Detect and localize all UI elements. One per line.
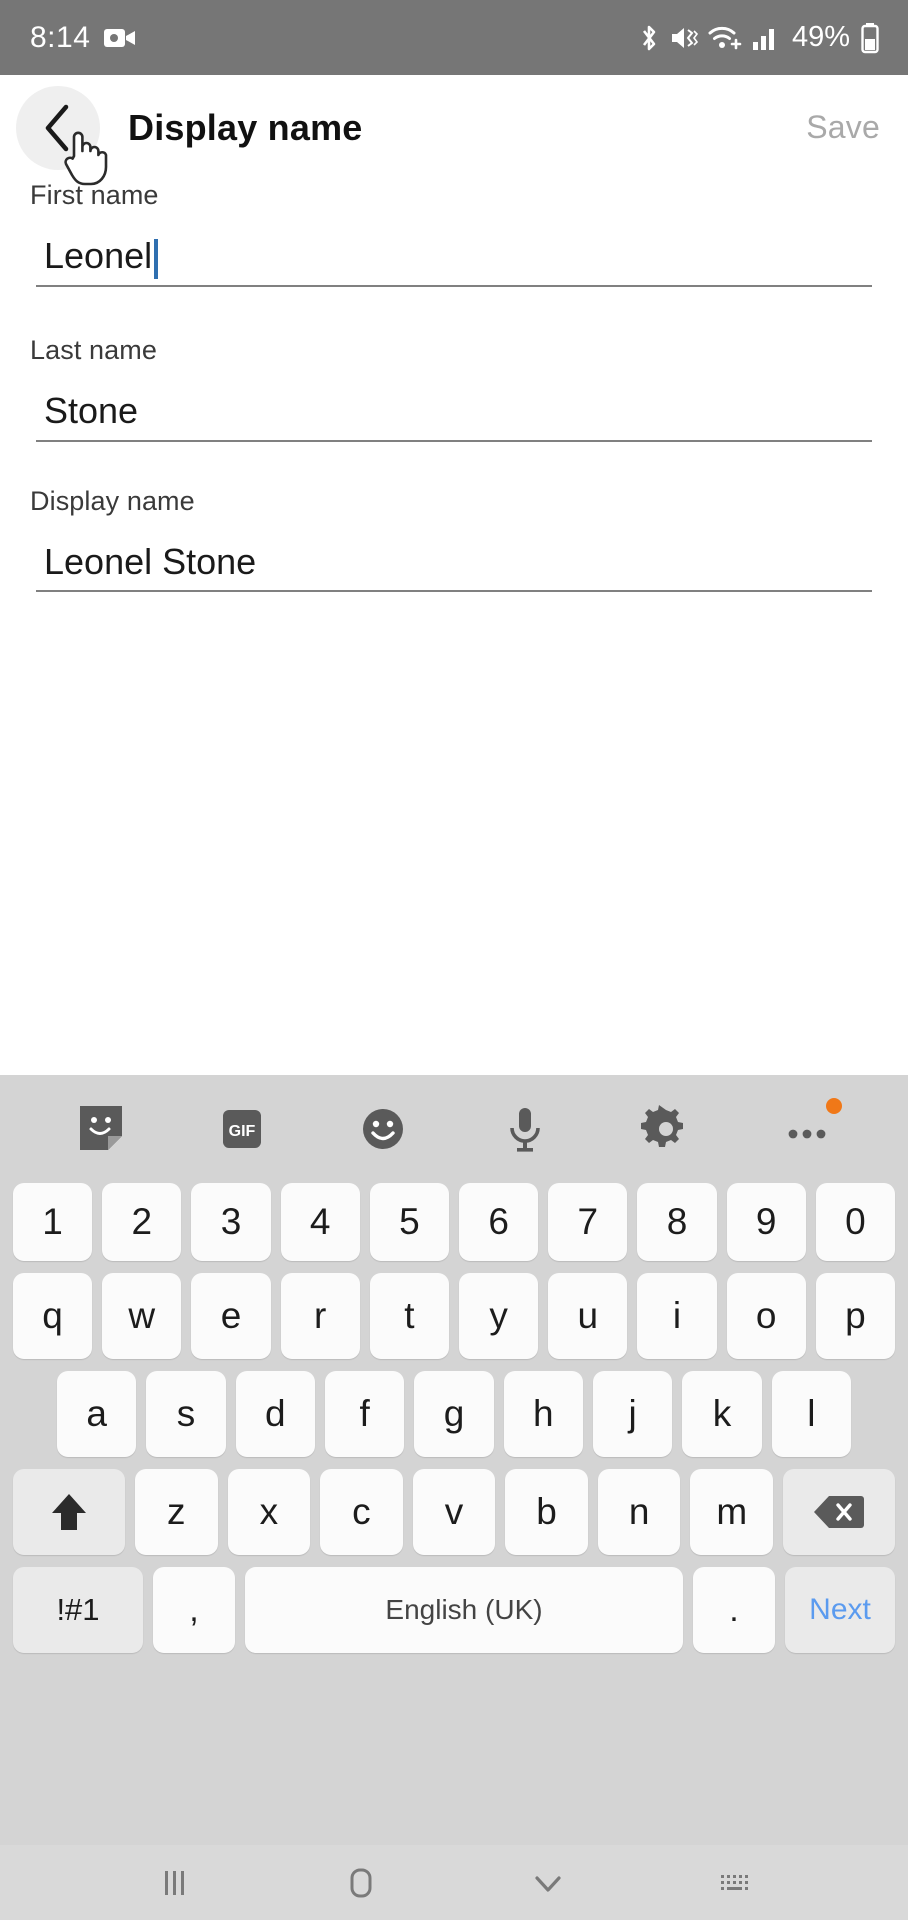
last-name-input[interactable]: Stone: [36, 389, 872, 442]
text-caret: [154, 238, 159, 279]
key-5[interactable]: 5: [369, 1183, 449, 1261]
first-name-input[interactable]: Leonel: [36, 237, 872, 287]
last-name-label: Last name: [30, 334, 157, 365]
settings-gear-icon[interactable]: [633, 1096, 699, 1162]
last-name-field-group: Last name Stone: [30, 335, 878, 442]
key-6[interactable]: 6: [459, 1183, 539, 1261]
first-name-label: First name: [30, 180, 159, 210]
key-y[interactable]: y: [459, 1273, 539, 1359]
backspace-key[interactable]: [783, 1469, 896, 1555]
keyboard-keys: 1 2 3 4 5 6 7 8 9 0 q w e r t y u i o p …: [0, 1183, 908, 1653]
key-s[interactable]: s: [146, 1371, 226, 1457]
field-spacer: [30, 452, 878, 486]
key-g[interactable]: g: [414, 1371, 494, 1457]
key-4[interactable]: 4: [280, 1183, 360, 1261]
key-x[interactable]: x: [227, 1469, 311, 1555]
next-key[interactable]: Next: [785, 1567, 895, 1653]
key-2[interactable]: 2: [102, 1183, 182, 1261]
key-7[interactable]: 7: [548, 1183, 628, 1261]
key-t[interactable]: t: [369, 1273, 449, 1359]
keyboard-row-top: q w e r t y u i o p: [8, 1273, 900, 1359]
status-bar-right: 49%: [638, 21, 880, 54]
keyboard-switch-icon[interactable]: [703, 1860, 767, 1906]
key-j[interactable]: j: [592, 1371, 673, 1457]
last-name-value: Stone: [44, 389, 139, 431]
key-w[interactable]: w: [102, 1273, 182, 1359]
back-button[interactable]: [16, 85, 108, 185]
key-n[interactable]: n: [597, 1469, 681, 1555]
system-navigation-bar: [0, 1845, 908, 1920]
keyboard-row-home: a s d f g h j k l: [8, 1371, 900, 1457]
key-r[interactable]: r: [280, 1273, 360, 1359]
mute-vibrate-icon: [670, 23, 698, 53]
sticker-icon[interactable]: [68, 1096, 134, 1162]
status-bar-left: 8:14: [30, 21, 136, 55]
key-o[interactable]: o: [726, 1273, 806, 1359]
notification-badge-dot: [826, 1098, 843, 1114]
battery-icon: [860, 22, 880, 54]
key-8[interactable]: 8: [637, 1183, 717, 1261]
keyboard-toolbar: GIF: [0, 1075, 908, 1183]
field-spacer: [30, 297, 878, 335]
key-d[interactable]: d: [235, 1371, 315, 1457]
symbols-key[interactable]: !#1: [13, 1567, 143, 1653]
first-name-value: Leonel: [44, 235, 153, 276]
key-h[interactable]: h: [503, 1371, 583, 1457]
display-name-label: Display name: [30, 485, 195, 516]
space-key[interactable]: English (UK): [245, 1567, 683, 1653]
key-v[interactable]: v: [412, 1469, 496, 1555]
app-bar: Display name Save: [0, 75, 908, 185]
video-recording-icon: [104, 26, 136, 50]
first-name-field-group: First name Leonel: [30, 180, 878, 287]
key-1[interactable]: 1: [12, 1183, 93, 1261]
key-c[interactable]: c: [320, 1469, 403, 1555]
microphone-icon[interactable]: [492, 1096, 558, 1162]
key-a[interactable]: a: [57, 1371, 137, 1457]
key-0[interactable]: 0: [815, 1183, 896, 1261]
cellular-signal-icon: [752, 24, 778, 52]
chevron-down-icon[interactable]: [516, 1860, 580, 1906]
key-f[interactable]: f: [325, 1371, 405, 1457]
key-k[interactable]: k: [682, 1371, 762, 1457]
battery-percent: 49%: [791, 21, 850, 53]
display-name-form: First name Leonel Last name Stone Displa…: [0, 180, 908, 593]
key-u[interactable]: u: [548, 1273, 628, 1359]
key-i[interactable]: i: [637, 1273, 717, 1359]
key-e[interactable]: e: [191, 1273, 271, 1359]
display-name-value: Leonel Stone: [44, 540, 257, 582]
on-screen-keyboard: GIF 1 2 3 4 5 6 7 8 9 0 q w e r t y u i …: [0, 1075, 908, 1845]
keyboard-row-space: !#1 , English (UK) . Next: [8, 1567, 900, 1653]
chevron-left-icon: [36, 101, 80, 155]
key-3[interactable]: 3: [191, 1183, 271, 1261]
keyboard-row-numbers: 1 2 3 4 5 6 7 8 9 0: [8, 1183, 900, 1261]
key-l[interactable]: l: [771, 1371, 851, 1457]
shift-key[interactable]: [12, 1469, 125, 1555]
key-b[interactable]: b: [505, 1469, 588, 1555]
phone-screen: 8:14 49% Display name Save First name Le…: [0, 0, 908, 1920]
key-p[interactable]: p: [815, 1273, 896, 1359]
page-title: Display name: [128, 106, 363, 148]
key-9[interactable]: 9: [726, 1183, 806, 1261]
recents-icon[interactable]: [142, 1860, 206, 1906]
wifi-calling-icon: [708, 24, 742, 52]
more-options-icon[interactable]: [774, 1096, 843, 1162]
backspace-icon: [813, 1493, 865, 1531]
keyboard-row-bottom: z x c v b n m: [8, 1469, 900, 1555]
save-button[interactable]: Save: [806, 109, 880, 146]
display-name-input[interactable]: Leonel Stone: [36, 540, 872, 593]
period-key[interactable]: .: [693, 1567, 775, 1653]
status-time: 8:14: [30, 20, 91, 54]
key-z[interactable]: z: [134, 1469, 218, 1555]
status-bar: 8:14 49%: [0, 0, 908, 75]
comma-key[interactable]: ,: [153, 1567, 235, 1653]
key-m[interactable]: m: [690, 1469, 774, 1555]
display-name-field-group: Display name Leonel Stone: [30, 486, 878, 593]
bluetooth-icon: [638, 23, 660, 53]
shift-arrow-icon: [47, 1489, 91, 1535]
svg-text:GIF: GIF: [229, 1123, 256, 1140]
emoji-icon[interactable]: [350, 1096, 416, 1162]
gif-icon[interactable]: GIF: [209, 1096, 275, 1162]
home-icon[interactable]: [329, 1860, 393, 1906]
key-q[interactable]: q: [12, 1273, 93, 1359]
